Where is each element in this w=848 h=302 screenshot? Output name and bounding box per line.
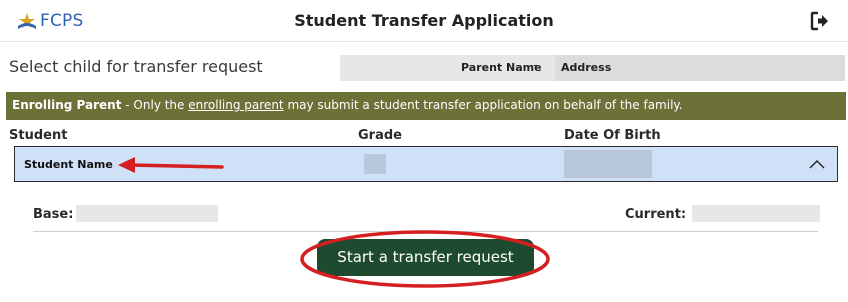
- base-school-label: Base:: [33, 207, 74, 222]
- current-school-redacted: [692, 205, 820, 222]
- top-bar: FCPS Student Transfer Application: [0, 0, 848, 42]
- parent-name-label: Parent Name: [461, 61, 542, 74]
- start-transfer-request-button[interactable]: Start a transfer request: [317, 239, 534, 276]
- enrolling-parent-banner: Enrolling Parent - Only the enrolling pa…: [6, 92, 846, 120]
- banner-title: Enrolling Parent: [12, 98, 122, 112]
- banner-text-before: - Only the: [121, 98, 189, 112]
- base-school-redacted: [76, 205, 218, 222]
- dob-redacted: [564, 150, 652, 178]
- column-header-grade: Grade: [358, 128, 402, 143]
- student-row[interactable]: Student Name: [14, 146, 838, 182]
- student-name: Student Name: [24, 158, 113, 171]
- logout-icon[interactable]: [810, 11, 830, 31]
- chevron-up-icon[interactable]: [809, 157, 825, 171]
- column-header-student: Student: [9, 128, 68, 143]
- student-table-header: Student Grade Date Of Birth: [6, 122, 846, 144]
- select-child-label: Select child for transfer request: [9, 57, 263, 76]
- enrolling-parent-link[interactable]: enrolling parent: [188, 98, 283, 112]
- child-selector-row: Select child for transfer request Parent…: [0, 50, 848, 84]
- page-title: Student Transfer Application: [294, 11, 554, 30]
- separator-dash: -: [533, 58, 538, 73]
- banner-text-after: may submit a student transfer applicatio…: [283, 98, 683, 112]
- column-header-date-of-birth: Date Of Birth: [564, 128, 661, 143]
- grade-redacted: [364, 154, 386, 174]
- current-school-label: Current:: [625, 207, 687, 222]
- address-label: Address: [561, 61, 612, 74]
- details-divider: [33, 231, 818, 232]
